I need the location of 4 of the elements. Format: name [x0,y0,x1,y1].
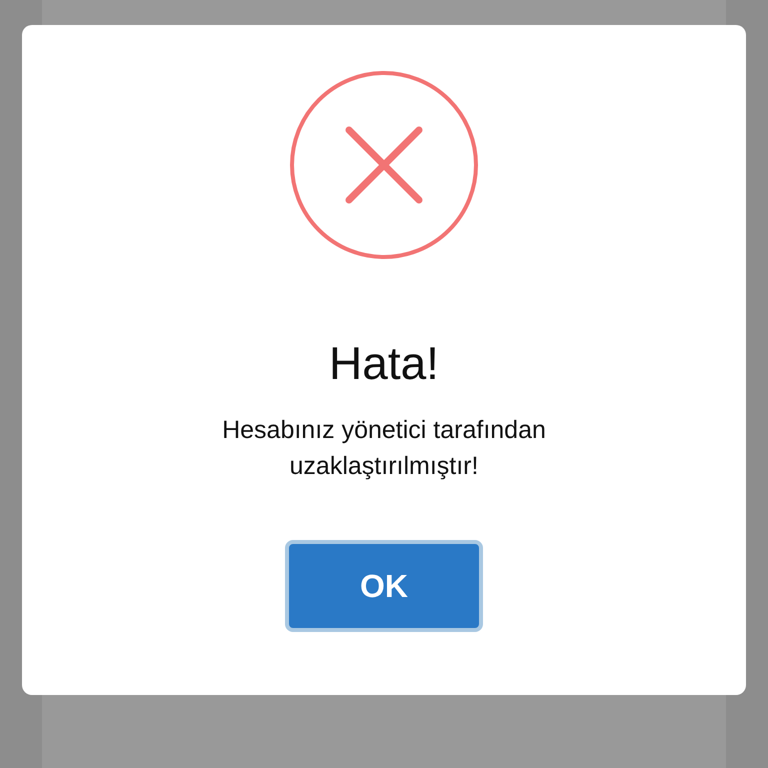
error-icon [289,70,479,260]
dialog-title: Hata! [329,340,439,386]
dialog-message: Hesabınız yönetici tarafından uzaklaştırılmıştır! [222,415,546,482]
ok-button[interactable]: OK [285,540,483,632]
